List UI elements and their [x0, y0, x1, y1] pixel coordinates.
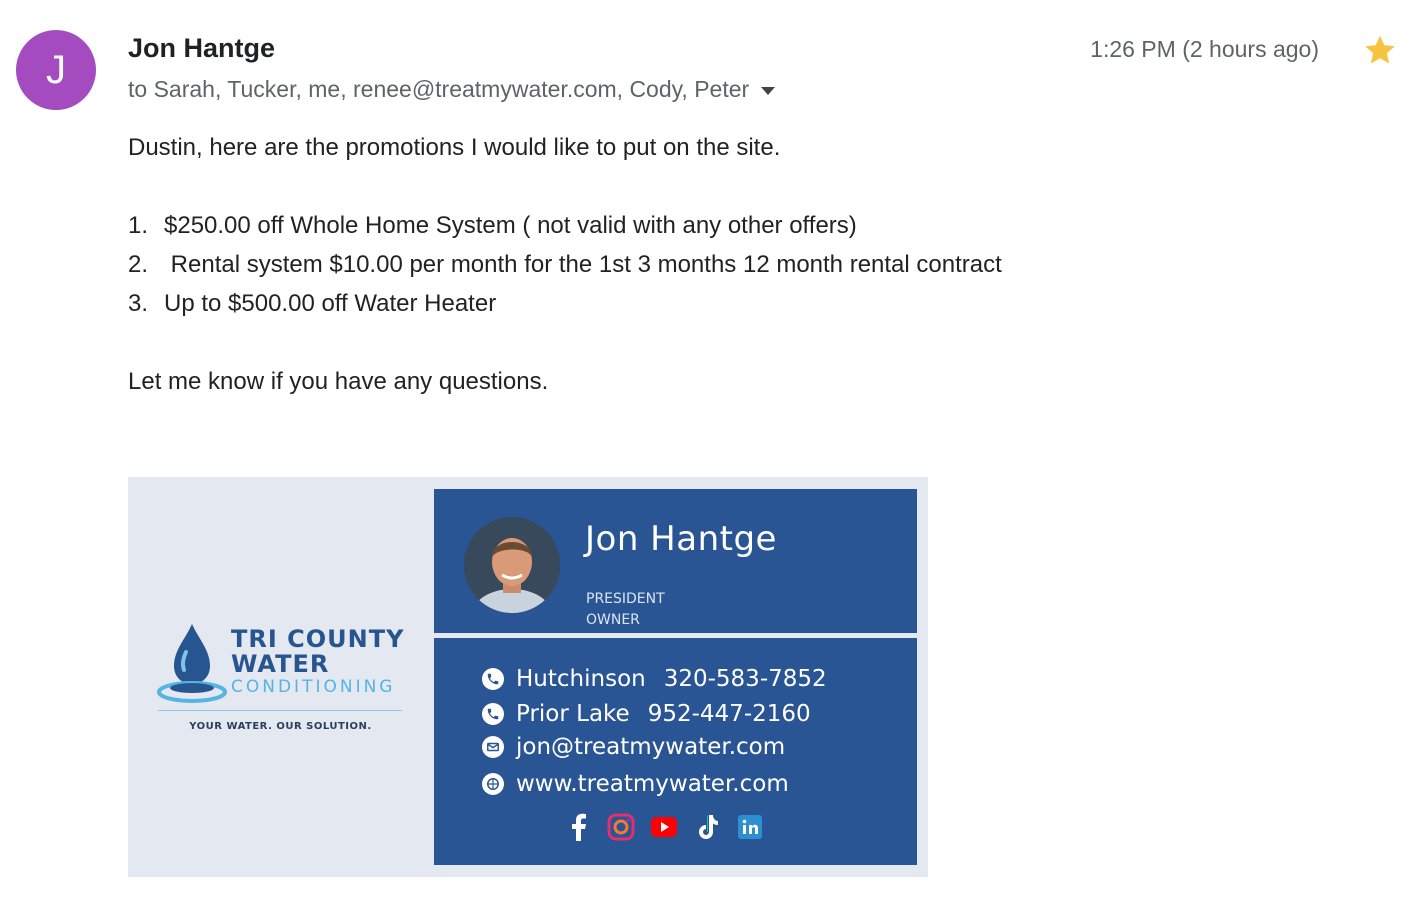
timestamp[interactable]: 1:26 PM (2 hours ago) — [1090, 36, 1319, 63]
list-item-text: Rental system $10.00 per month for the 1… — [164, 251, 1002, 278]
phone-number: 952-447-2160 — [647, 701, 811, 727]
logo-line-2: WATER — [231, 650, 330, 678]
email-icon — [482, 736, 504, 758]
star-icon[interactable] — [1362, 32, 1398, 68]
signature-contact-panel: Hutchinson 320-583-7852 Prior Lake 952-4… — [434, 638, 917, 865]
logo-divider — [158, 710, 402, 711]
phone-number: 320-583-7852 — [663, 666, 827, 692]
avatar-initial: J — [46, 47, 66, 92]
list-item-text: $250.00 off Whole Home System ( not vali… — [164, 212, 857, 239]
title-line-1: PRESIDENT — [586, 591, 665, 607]
list-item-text: Up to $500.00 off Water Heater — [164, 290, 497, 317]
title-line-2: OWNER — [586, 612, 640, 628]
list-item-number: 2. — [128, 251, 149, 278]
list-item-number: 1. — [128, 212, 149, 239]
company-logo: TRI COUNTY WATER CONDITIONING YOUR WATER… — [128, 477, 433, 877]
message-body: Dustin, here are the promotions I would … — [128, 128, 1002, 401]
instagram-icon — [607, 813, 635, 841]
linkedin-icon — [736, 813, 764, 841]
logo-tagline: YOUR WATER. OUR SOLUTION. — [189, 721, 372, 732]
email-message: J Jon Hantge to Sarah, Tucker, me, renee… — [0, 0, 1422, 908]
company-logo-text: TRI COUNTY WATER CONDITIONING — [231, 625, 405, 698]
avatar[interactable]: J — [16, 30, 96, 110]
intro-text: Dustin, here are the promotions I would … — [128, 134, 781, 161]
closing-text: Let me know if you have any questions. — [128, 368, 549, 395]
phone-icon — [482, 703, 504, 725]
contact-row-email: jon@treatmywater.com — [482, 734, 785, 760]
contact-row-website: www.treatmywater.com — [482, 771, 789, 797]
tiktok-icon — [693, 813, 721, 841]
contact-label: Hutchinson — [516, 666, 646, 692]
recipients-text: to Sarah, Tucker, me, renee@treatmywater… — [128, 76, 750, 102]
email-signature: TRI COUNTY WATER CONDITIONING YOUR WATER… — [128, 477, 928, 877]
signature-name: Jon Hantge — [585, 519, 777, 559]
list-item: 3. Up to $500.00 off Water Heater — [128, 284, 1002, 323]
logo-line-3: CONDITIONING — [231, 677, 396, 697]
phone-icon — [482, 668, 504, 690]
contact-row-hutchinson: Hutchinson 320-583-7852 — [482, 666, 827, 692]
signature-title: PRESIDENT OWNER — [586, 589, 665, 631]
sender-name[interactable]: Jon Hantge — [128, 33, 275, 64]
logo-line-1: TRI COUNTY — [231, 625, 405, 653]
contact-label: Prior Lake — [516, 701, 630, 727]
water-drop-logo-icon — [157, 624, 227, 703]
list-item: 1. $250.00 off Whole Home System ( not v… — [128, 206, 1002, 245]
email-address: jon@treatmywater.com — [516, 734, 786, 760]
show-details-dropdown-icon[interactable] — [761, 86, 776, 95]
social-links — [564, 813, 779, 841]
facebook-icon — [564, 813, 592, 841]
profile-photo — [464, 517, 560, 613]
contact-row-prior-lake: Prior Lake 952-447-2160 — [482, 701, 811, 727]
signature-header-panel: Jon Hantge PRESIDENT OWNER — [434, 489, 917, 633]
recipients-line: to Sarah, Tucker, me, renee@treatmywater… — [128, 76, 776, 103]
list-item: 2. Rental system $10.00 per month for th… — [128, 245, 1002, 284]
globe-icon — [482, 773, 504, 795]
list-item-number: 3. — [128, 290, 149, 317]
website-url: www.treatmywater.com — [516, 771, 789, 797]
promotion-list: 1. $250.00 off Whole Home System ( not v… — [128, 206, 1002, 323]
youtube-icon — [650, 813, 678, 841]
